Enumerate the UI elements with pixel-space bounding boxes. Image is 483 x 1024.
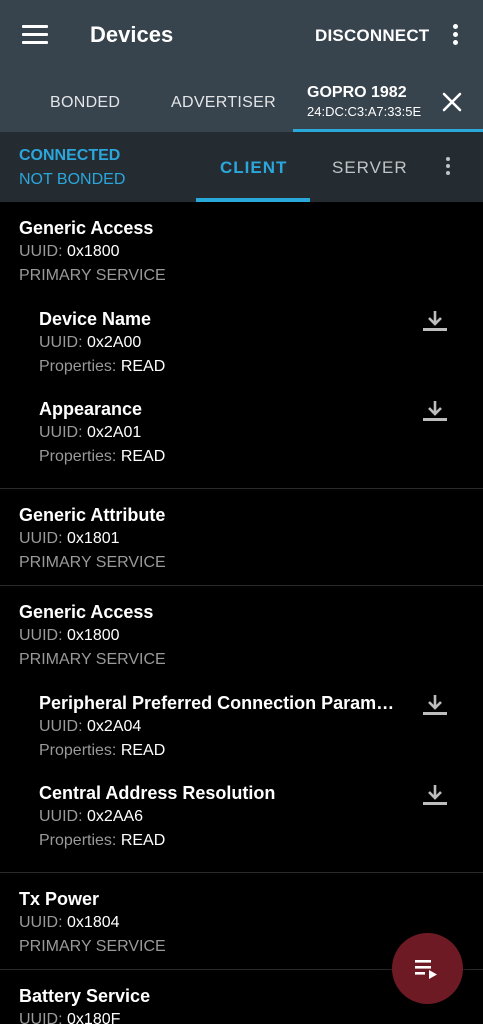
characteristic-item[interactable]: Appearance UUID: 0x2A01 Properties: READ [19,388,464,478]
properties-label: Properties: [39,832,117,849]
service-item[interactable]: Generic Access UUID: 0x1800 PRIMARY SERV… [0,202,483,489]
service-uuid-row: UUID: 0x1801 [19,527,464,551]
service-uuid: 0x1800 [67,627,120,644]
uuid-label: UUID: [19,243,63,260]
characteristic-properties-row: Properties: READ [39,829,404,853]
characteristic-name: Device Name [39,309,152,329]
characteristic-properties-row: Properties: READ [39,445,404,469]
properties-label: Properties: [39,742,117,759]
tab-advertiser[interactable]: ADVERTISER [171,94,276,112]
uuid-label: UUID: [19,627,63,644]
characteristic-properties: READ [120,358,166,375]
service-type: PRIMARY SERVICE [19,651,166,668]
bond-status: NOT BONDED [19,171,126,188]
service-uuid-row: UUID: 0x1800 [19,240,464,264]
characteristic-uuid-row: UUID: 0x2A01 [39,421,404,445]
characteristic-item[interactable]: Device Name UUID: 0x2A00 Properties: REA… [19,298,464,388]
service-type: PRIMARY SERVICE [19,554,166,571]
characteristic-properties-row: Properties: READ [39,355,404,379]
app-bar: Devices DISCONNECT [0,0,483,72]
uuid-label: UUID: [39,334,83,351]
tab-bonded[interactable]: BONDED [50,94,120,112]
menu-icon[interactable] [22,25,48,45]
service-name: Generic Access [19,602,154,622]
disconnect-button[interactable]: DISCONNECT [315,26,429,46]
more-vert-icon[interactable] [440,157,456,179]
characteristic-properties: READ [120,448,166,465]
service-list: Generic Access UUID: 0x1800 PRIMARY SERV… [0,202,483,1024]
service-uuid: 0x180F [67,1011,121,1024]
characteristic-list: Peripheral Preferred Connection Paramete… [19,672,464,862]
service-uuid: 0x1801 [67,530,120,547]
uuid-label: UUID: [39,718,83,735]
characteristic-uuid: 0x2AA6 [87,808,144,825]
service-name: Tx Power [19,889,100,909]
characteristic-properties: READ [120,832,166,849]
characteristic-item[interactable]: Peripheral Preferred Connection Paramete… [19,682,464,772]
uuid-label: UUID: [39,808,83,825]
service-uuid: 0x1800 [67,243,120,260]
characteristic-list: Device Name UUID: 0x2A00 Properties: REA… [19,288,464,478]
tab-server[interactable]: SERVER [332,158,408,178]
device-name: GOPRO 1982 [307,84,407,101]
characteristic-uuid: 0x2A01 [87,424,142,441]
device-address: 24:DC:C3:A7:33:5E [307,104,422,119]
characteristic-properties: READ [120,742,166,759]
download-icon[interactable] [421,784,449,808]
service-uuid-row: UUID: 0x1804 [19,911,464,935]
service-uuid-row: UUID: 0x1800 [19,624,464,648]
characteristic-uuid: 0x2A04 [87,718,142,735]
page-title: Devices [90,22,174,47]
characteristic-uuid-row: UUID: 0x2A00 [39,331,404,355]
connection-status: CONNECTED [19,147,121,164]
service-name: Generic Access [19,218,154,238]
connection-bar: CONNECTED NOT BONDED CLIENT SERVER [0,132,483,202]
queue-play-icon [415,960,437,979]
uuid-label: UUID: [19,1011,63,1024]
service-item[interactable]: Generic Attribute UUID: 0x1801 PRIMARY S… [0,489,483,586]
service-type: PRIMARY SERVICE [19,267,166,284]
characteristic-item[interactable]: Central Address Resolution UUID: 0x2AA6 … [19,772,464,862]
service-uuid-row: UUID: 0x180F [19,1008,464,1024]
uuid-label: UUID: [39,424,83,441]
download-icon[interactable] [421,694,449,718]
service-name: Generic Attribute [19,505,166,525]
characteristic-properties-row: Properties: READ [39,739,404,763]
characteristic-name: Central Address Resolution [39,783,276,803]
uuid-label: UUID: [19,914,63,931]
characteristic-name: Appearance [39,399,143,419]
device-tabs: BONDED ADVERTISER GOPRO 1982 24:DC:C3:A7… [0,72,483,132]
characteristic-uuid-row: UUID: 0x2A04 [39,715,404,739]
uuid-label: UUID: [19,530,63,547]
characteristic-uuid: 0x2A00 [87,334,142,351]
characteristic-name: Peripheral Preferred Connection Paramete… [39,693,404,713]
tab-client[interactable]: CLIENT [220,158,287,178]
properties-label: Properties: [39,358,117,375]
more-vert-icon[interactable] [444,24,466,48]
service-uuid: 0x1804 [67,914,120,931]
download-icon[interactable] [421,310,449,334]
characteristic-uuid-row: UUID: 0x2AA6 [39,805,404,829]
download-icon[interactable] [421,400,449,424]
fab-button[interactable] [392,933,463,1004]
close-icon[interactable] [441,91,463,113]
service-item[interactable]: Generic Access UUID: 0x1800 PRIMARY SERV… [0,586,483,873]
properties-label: Properties: [39,448,117,465]
